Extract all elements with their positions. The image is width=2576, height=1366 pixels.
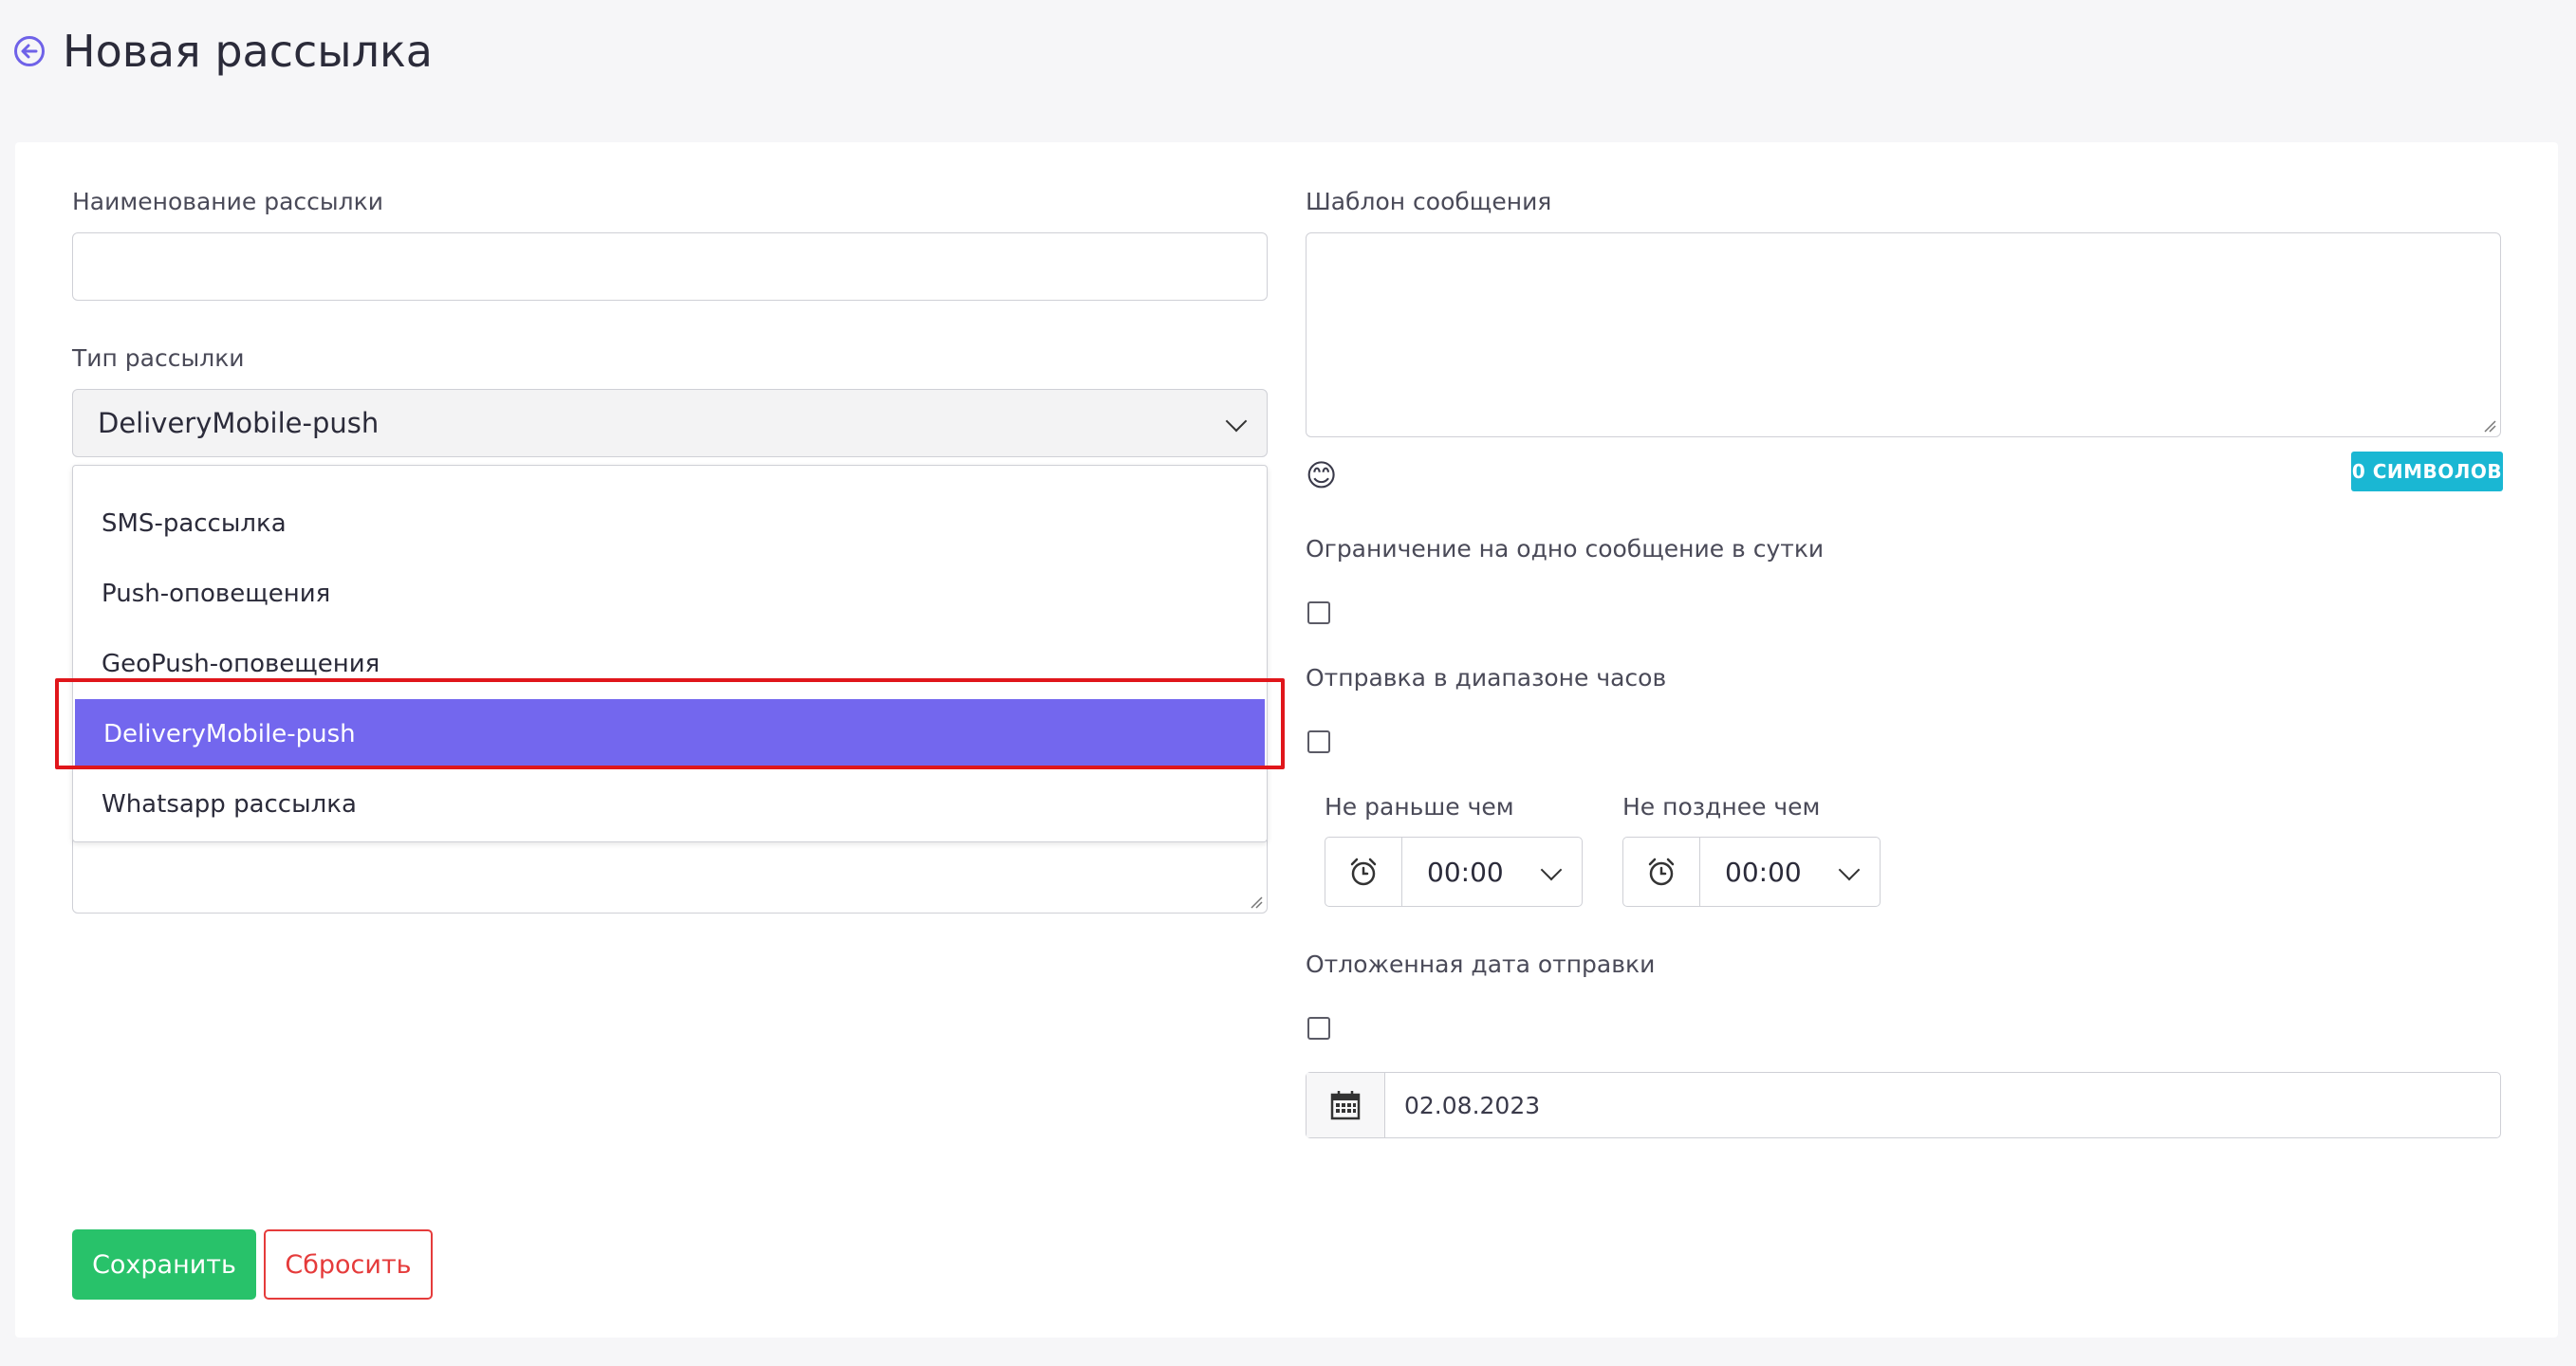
type-select[interactable]: DeliveryMobile-push <box>72 389 1268 457</box>
resize-grip-icon <box>1251 896 1263 909</box>
alarm-clock-icon <box>1325 838 1402 906</box>
calendar-icon[interactable] <box>1307 1073 1385 1137</box>
dropdown-option-push[interactable]: Push-оповещения <box>73 559 1267 629</box>
delayed-date-input[interactable]: 02.08.2023 <box>1306 1072 2501 1138</box>
page-title: Новая рассылка <box>63 26 433 77</box>
limit-label: Ограничение на одно сообщение в сутки <box>1306 535 1825 563</box>
not-later-value: 00:00 <box>1725 856 1802 888</box>
not-earlier-label: Не раньше чем <box>1325 793 1514 821</box>
type-dropdown-menu: SMS-рассылка Push-оповещения GeoPush-опо… <box>72 465 1268 842</box>
form-card: Наименование рассылки Тип рассылки Deliv… <box>15 142 2558 1338</box>
save-button[interactable]: Сохранить <box>72 1229 256 1300</box>
delayed-label: Отложенная дата отправки <box>1306 951 1656 978</box>
template-textarea[interactable] <box>1306 232 2501 437</box>
type-select-value: DeliveryMobile-push <box>98 407 380 439</box>
not-later-label: Не позднее чем <box>1622 793 1821 821</box>
delayed-checkbox[interactable] <box>1307 1017 1330 1040</box>
type-label: Тип рассылки <box>72 344 245 372</box>
not-earlier-value: 00:00 <box>1427 856 1504 888</box>
emoji-picker-icon[interactable]: 😊 <box>1306 457 1337 493</box>
limit-checkbox[interactable] <box>1307 601 1330 624</box>
alarm-clock-icon <box>1623 838 1700 906</box>
back-arrow-icon[interactable] <box>13 35 46 67</box>
delayed-date-value: 02.08.2023 <box>1404 1091 1541 1119</box>
dropdown-option-deliverymobile[interactable]: DeliveryMobile-push <box>75 699 1265 769</box>
reset-button[interactable]: Сбросить <box>264 1229 433 1300</box>
range-label: Отправка в диапазоне часов <box>1306 664 1667 692</box>
range-checkbox[interactable] <box>1307 730 1330 753</box>
not-earlier-time-select[interactable]: 00:00 <box>1325 837 1583 907</box>
page-header: Новая рассылка <box>13 21 433 82</box>
chevron-down-icon <box>1225 410 1248 433</box>
chevron-down-icon <box>1838 858 1861 881</box>
dropdown-option-sms[interactable]: SMS-рассылка <box>73 489 1267 559</box>
name-input[interactable] <box>72 232 1268 301</box>
resize-grip-icon <box>2484 420 2496 433</box>
dropdown-option-geopush[interactable]: GeoPush-оповещения <box>73 629 1267 699</box>
char-counter-badge: 0 СИМВОЛОВ <box>2351 452 2503 491</box>
name-label: Наименование рассылки <box>72 188 383 215</box>
dropdown-option-whatsapp[interactable]: Whatsapp рассылка <box>73 769 1267 840</box>
not-later-time-select[interactable]: 00:00 <box>1622 837 1881 907</box>
chevron-down-icon <box>1540 858 1563 881</box>
template-label: Шаблон сообщения <box>1306 188 1552 215</box>
